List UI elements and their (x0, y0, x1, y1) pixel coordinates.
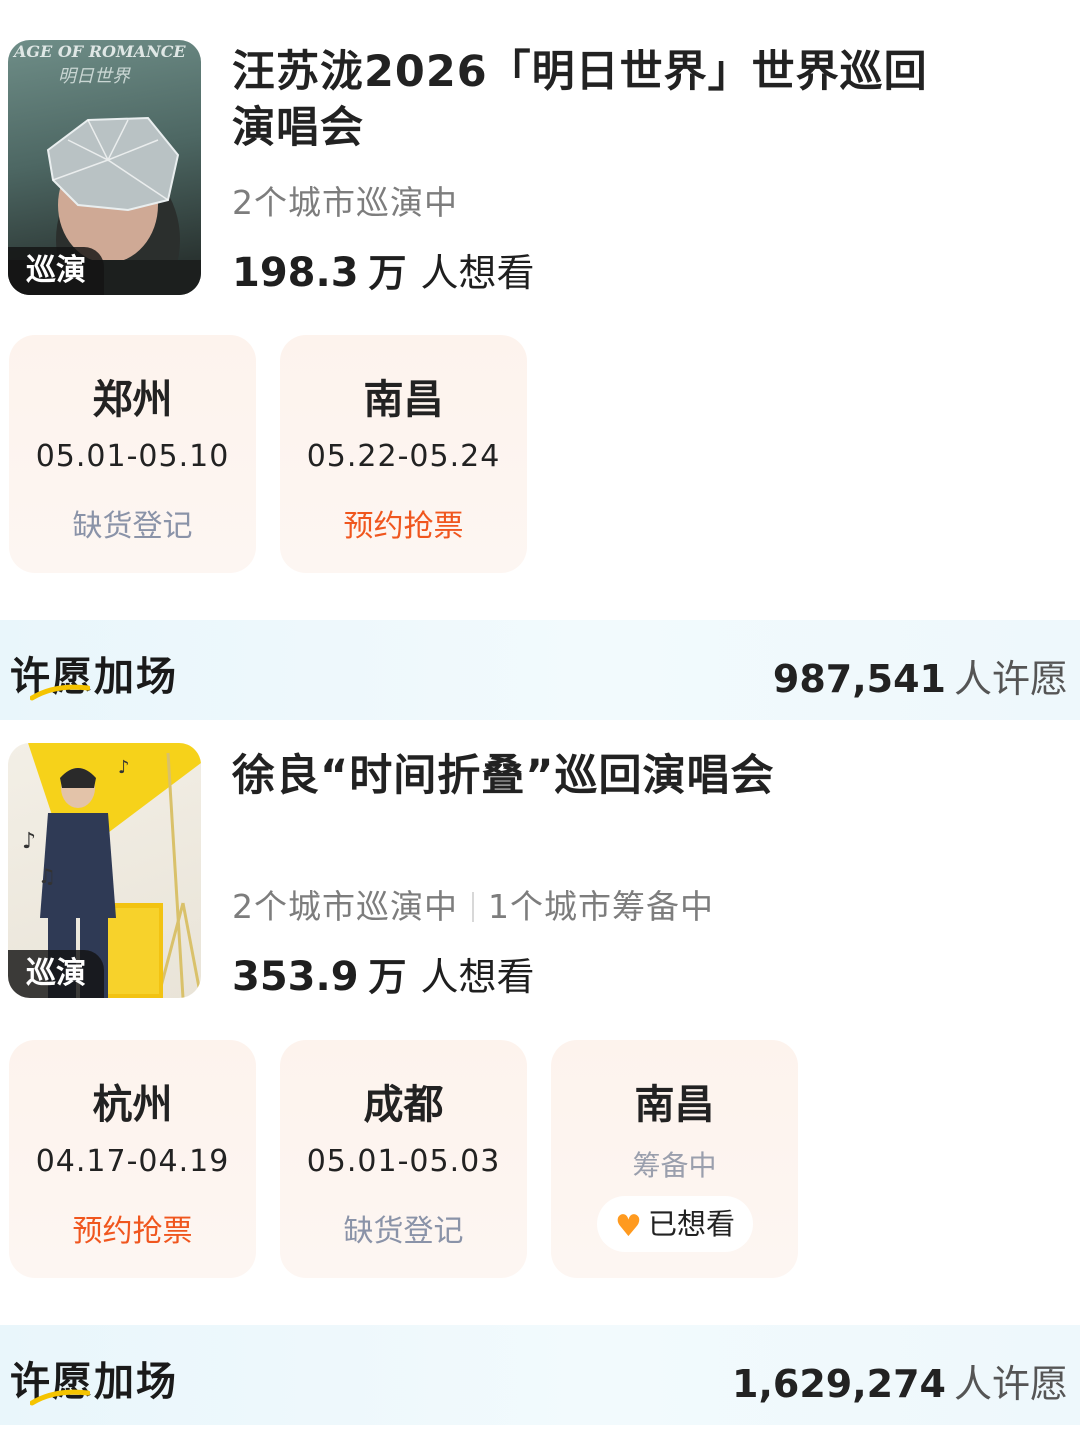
swoosh-icon (30, 684, 90, 701)
want-label: 人想看 (420, 955, 535, 999)
svg-text:♪: ♪ (22, 829, 36, 854)
touring-cities-text: 2个城市巡演中 (232, 887, 458, 926)
city-card-nanchang[interactable]: 南昌 05.22-05.24 预约抢票 (280, 335, 527, 573)
tour-badge: 巡演 (8, 247, 104, 295)
city-date: 05.01-05.03 (306, 1144, 501, 1179)
city-name: 郑州 (92, 377, 173, 423)
want-number: 198.3 (232, 250, 359, 296)
city-card-nanchang-preparing[interactable]: 南昌 筹备中 ♥ 已想看 (551, 1040, 798, 1278)
want-number: 353.9 (232, 954, 359, 1000)
wish-count-number: 1,629,274 (732, 1362, 946, 1406)
wish-count: 987,541 人许愿 (773, 648, 1068, 703)
preparing-cities-text: 1个城市筹备中 (488, 887, 714, 926)
city-name: 南昌 (634, 1082, 715, 1128)
status-out-of-stock[interactable]: 缺货登记 (9, 501, 256, 545)
city-name: 杭州 (92, 1082, 173, 1128)
cities-status-line: 2个城市巡演中 1个城市筹备中 (232, 880, 714, 928)
city-date: 05.01-05.10 (35, 439, 230, 474)
tour-badge: 巡演 (8, 950, 104, 998)
divider (472, 892, 474, 922)
city-date: 04.17-04.19 (35, 1144, 230, 1179)
touring-cities-text: 2个城市巡演中 (232, 183, 458, 222)
svg-text:♫: ♫ (38, 864, 56, 888)
city-date: 05.22-05.24 (306, 439, 501, 474)
event-poster-2[interactable]: ♪ ♫ ♪ 巡演 (8, 743, 201, 998)
city-card-zhengzhou[interactable]: 郑州 05.01-05.10 缺货登记 (9, 335, 256, 573)
city-card-chengdu[interactable]: 成都 05.01-05.03 缺货登记 (280, 1040, 527, 1278)
want-to-see-button-label: 已想看 (647, 1207, 735, 1241)
wish-count-label: 人许愿 (953, 1362, 1068, 1406)
wish-extra-show-bar[interactable]: 许愿加场 987,541 人许愿 (0, 620, 1080, 720)
city-name: 成都 (363, 1082, 444, 1128)
heart-icon: ♥ (615, 1209, 642, 1244)
want-label: 人想看 (420, 251, 535, 295)
swoosh-icon (30, 1389, 90, 1406)
want-unit: 万 (368, 955, 407, 999)
want-to-see-count: 353.9 万人想看 (232, 946, 535, 1001)
city-name: 南昌 (363, 377, 444, 423)
event-title[interactable]: 汪苏泷2026「明日世界」世界巡回演唱会 (232, 44, 952, 156)
event-poster-1[interactable]: AGE OF ROMANCE 明日世界 巡演 (8, 40, 201, 295)
want-to-see-button[interactable]: ♥ 已想看 (597, 1196, 753, 1252)
city-card-hangzhou[interactable]: 杭州 04.17-04.19 预约抢票 (9, 1040, 256, 1278)
event-title[interactable]: 徐良“时间折叠”巡回演唱会 (232, 748, 952, 804)
wish-count: 1,629,274 人许愿 (732, 1353, 1068, 1408)
status-out-of-stock[interactable]: 缺货登记 (280, 1206, 527, 1250)
svg-text:♪: ♪ (118, 757, 130, 778)
wish-count-number: 987,541 (772, 657, 946, 701)
wish-count-label: 人许愿 (953, 657, 1068, 701)
wish-extra-show-bar[interactable]: 许愿加场 1,629,274 人许愿 (0, 1325, 1080, 1425)
preparing-status: 筹备中 (632, 1149, 717, 1182)
want-unit: 万 (368, 251, 407, 295)
status-reserve-ticket[interactable]: 预约抢票 (280, 501, 527, 545)
want-to-see-count: 198.3 万人想看 (232, 242, 535, 297)
status-reserve-ticket[interactable]: 预约抢票 (9, 1206, 256, 1250)
